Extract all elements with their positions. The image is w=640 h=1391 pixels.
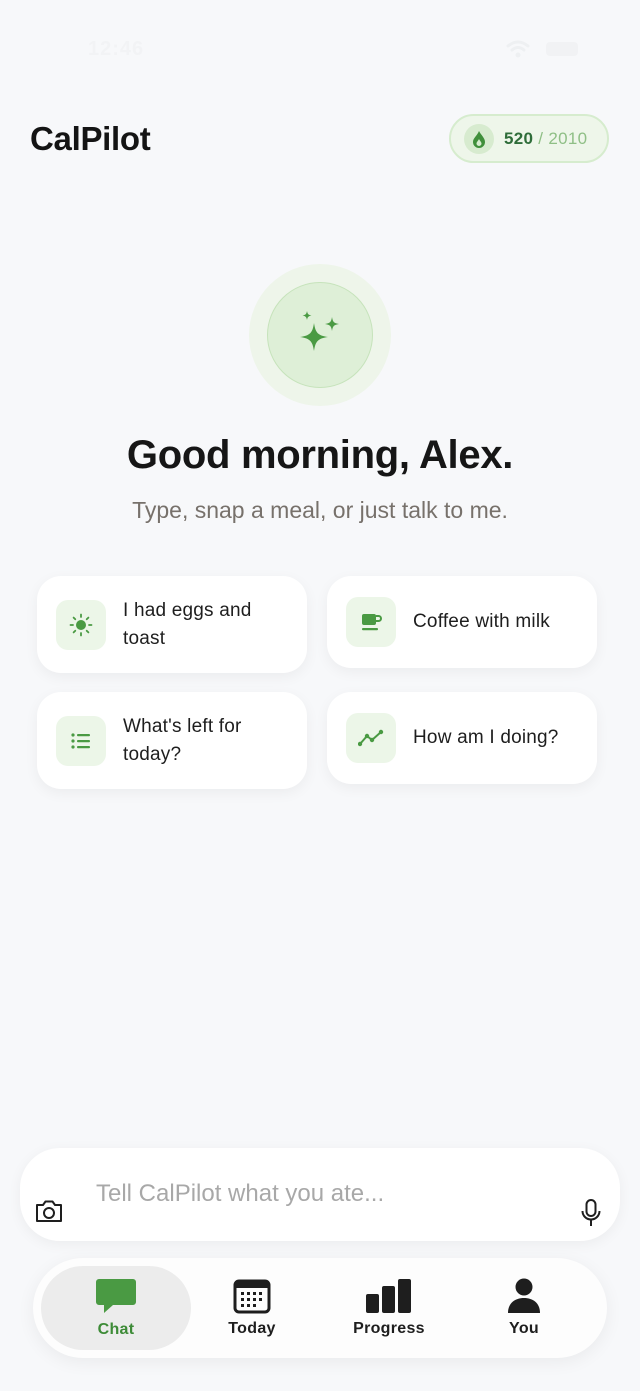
calorie-counter: 520 / 2010 bbox=[504, 129, 587, 149]
coffee-cup-icon bbox=[346, 597, 396, 647]
suggestion-chip-coffee-milk[interactable]: Coffee with milk bbox=[327, 576, 597, 668]
list-icon bbox=[56, 715, 106, 766]
greeting-heading: Good morning, Alex. bbox=[126, 433, 514, 477]
suggestion-label: How am I doing? bbox=[413, 727, 559, 748]
wifi-icon bbox=[506, 40, 530, 58]
tab-label: Today bbox=[228, 1320, 276, 1337]
flame-icon bbox=[464, 123, 494, 154]
microphone-icon[interactable] bbox=[580, 1198, 602, 1228]
trend-icon bbox=[346, 713, 396, 763]
suggestion-chip-whats-left[interactable]: What's left for today? bbox=[37, 692, 307, 789]
person-icon bbox=[508, 1278, 540, 1313]
tab-chat[interactable]: Chat bbox=[41, 1266, 191, 1350]
bar-chart-icon bbox=[366, 1279, 411, 1313]
tab-you[interactable]: You bbox=[457, 1266, 591, 1350]
chat-input-bar bbox=[20, 1148, 620, 1241]
chat-message-input[interactable] bbox=[94, 1172, 558, 1216]
bottom-tab-bar: Chat Today Progress You bbox=[33, 1258, 607, 1358]
suggestion-label: Coffee with milk bbox=[413, 611, 550, 632]
suggestion-chip-eggs-toast[interactable]: I had eggs and toast bbox=[37, 576, 307, 673]
calories-consumed: 520 bbox=[504, 128, 534, 148]
calories-separator: / bbox=[538, 128, 544, 148]
tab-label: Progress bbox=[353, 1320, 425, 1337]
camera-icon[interactable] bbox=[34, 1198, 64, 1224]
calendar-icon bbox=[233, 1279, 271, 1314]
calorie-summary-pill[interactable]: 520 / 2010 bbox=[449, 114, 609, 163]
chat-bubble-icon bbox=[96, 1279, 136, 1313]
sun-icon bbox=[56, 599, 106, 650]
app-title: CalPilot bbox=[30, 120, 151, 157]
calories-goal: 2010 bbox=[548, 128, 588, 148]
status-time: 12:46 bbox=[88, 38, 145, 60]
tab-label: Chat bbox=[97, 1321, 135, 1338]
suggestion-chip-how-am-i-doing[interactable]: How am I doing? bbox=[327, 692, 597, 784]
status-bar: 12:46 bbox=[0, 0, 640, 90]
tab-label: You bbox=[509, 1320, 539, 1337]
suggestion-label: What's left for today? bbox=[123, 715, 242, 765]
tab-progress[interactable]: Progress bbox=[320, 1266, 458, 1350]
hero-badge bbox=[249, 264, 391, 406]
tab-today[interactable]: Today bbox=[183, 1266, 321, 1350]
battery-icon bbox=[546, 42, 578, 56]
greeting-subtitle: Type, snap a meal, or just talk to me. bbox=[132, 497, 508, 523]
suggestion-label: I had eggs and toast bbox=[123, 599, 252, 649]
sparkles-icon bbox=[300, 311, 339, 351]
